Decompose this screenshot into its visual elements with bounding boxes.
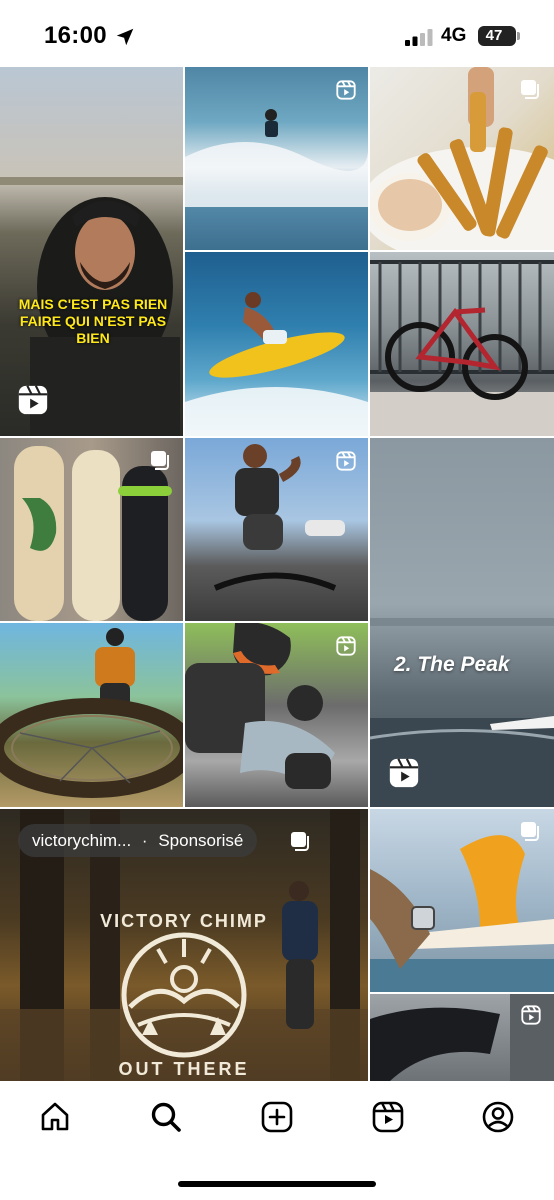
- network-type: 4G: [441, 25, 467, 46]
- explore-tile-person-coat[interactable]: [370, 994, 554, 1081]
- logo-text-bottom: OUT THERE: [118, 1059, 249, 1079]
- explore-tile-man-in-water[interactable]: MAIS C'EST PAS RIEN FAIRE QUI N'EST PAS …: [0, 67, 183, 436]
- location-arrow-icon: [116, 28, 134, 46]
- logo-text-top: VICTORY CHIMP: [100, 911, 268, 931]
- explore-tile-surfer-yellow-board[interactable]: [185, 252, 368, 436]
- sponsored-label[interactable]: victorychim... · Sponsorisé: [18, 824, 258, 857]
- explore-tile-surfer[interactable]: [185, 67, 368, 250]
- explore-tile-surf-fin[interactable]: [370, 809, 554, 992]
- reels-icon: [372, 1101, 404, 1133]
- brand-logo: VICTORY CHIMP OUT THERE: [100, 911, 268, 1079]
- explore-tile-bicycle[interactable]: [370, 252, 554, 436]
- profile-icon: [482, 1101, 514, 1133]
- explore-tile-mountain-bike[interactable]: [0, 623, 183, 807]
- reel-caption: MAIS C'EST PAS RIEN FAIRE QUI N'EST PAS …: [18, 296, 168, 346]
- multi-photo-icon: [521, 822, 539, 841]
- reel-icon: [521, 1005, 541, 1025]
- explore-tile-cyclist[interactable]: [185, 438, 368, 621]
- nav-profile[interactable]: [478, 1097, 518, 1137]
- reel-icon: [336, 451, 356, 471]
- sponsored-text: Sponsorisé: [158, 831, 244, 850]
- status-bar: 16:00 4G 47: [0, 0, 554, 66]
- multi-photo-icon: [151, 451, 169, 470]
- status-time: 16:00: [44, 22, 107, 49]
- search-icon: [151, 1102, 181, 1132]
- create-icon: [261, 1101, 293, 1133]
- multi-photo-icon: [291, 832, 309, 851]
- nav-reels[interactable]: [368, 1097, 408, 1137]
- reel-icon: [336, 636, 356, 656]
- home-icon: [41, 1102, 69, 1131]
- explore-tile-food[interactable]: [370, 67, 554, 250]
- signal-bars-icon: [405, 29, 433, 46]
- home-indicator[interactable]: [178, 1181, 376, 1187]
- nav-search[interactable]: [146, 1097, 186, 1137]
- explore-tile-skater[interactable]: [185, 623, 368, 807]
- reel-icon: [389, 758, 419, 788]
- explore-tile-skateboards[interactable]: [0, 438, 183, 621]
- battery-indicator: 47: [478, 26, 520, 46]
- explore-tile-the-peak[interactable]: 2. The Peak: [370, 438, 554, 807]
- explore-tile-sponsored-ad[interactable]: victorychim... · Sponsorisé VICTORY CHIM…: [0, 809, 368, 1081]
- reel-caption: 2. The Peak: [394, 653, 510, 676]
- reel-icon: [18, 385, 48, 415]
- nav-create[interactable]: [257, 1097, 297, 1137]
- multi-photo-icon: [521, 80, 539, 99]
- battery-level: 47: [485, 27, 503, 44]
- sponsor-account[interactable]: victorychim...: [32, 831, 131, 850]
- reel-icon: [336, 80, 356, 100]
- explore-grid: MAIS C'EST PAS RIEN FAIRE QUI N'EST PAS …: [0, 67, 554, 1081]
- nav-home[interactable]: [35, 1097, 75, 1137]
